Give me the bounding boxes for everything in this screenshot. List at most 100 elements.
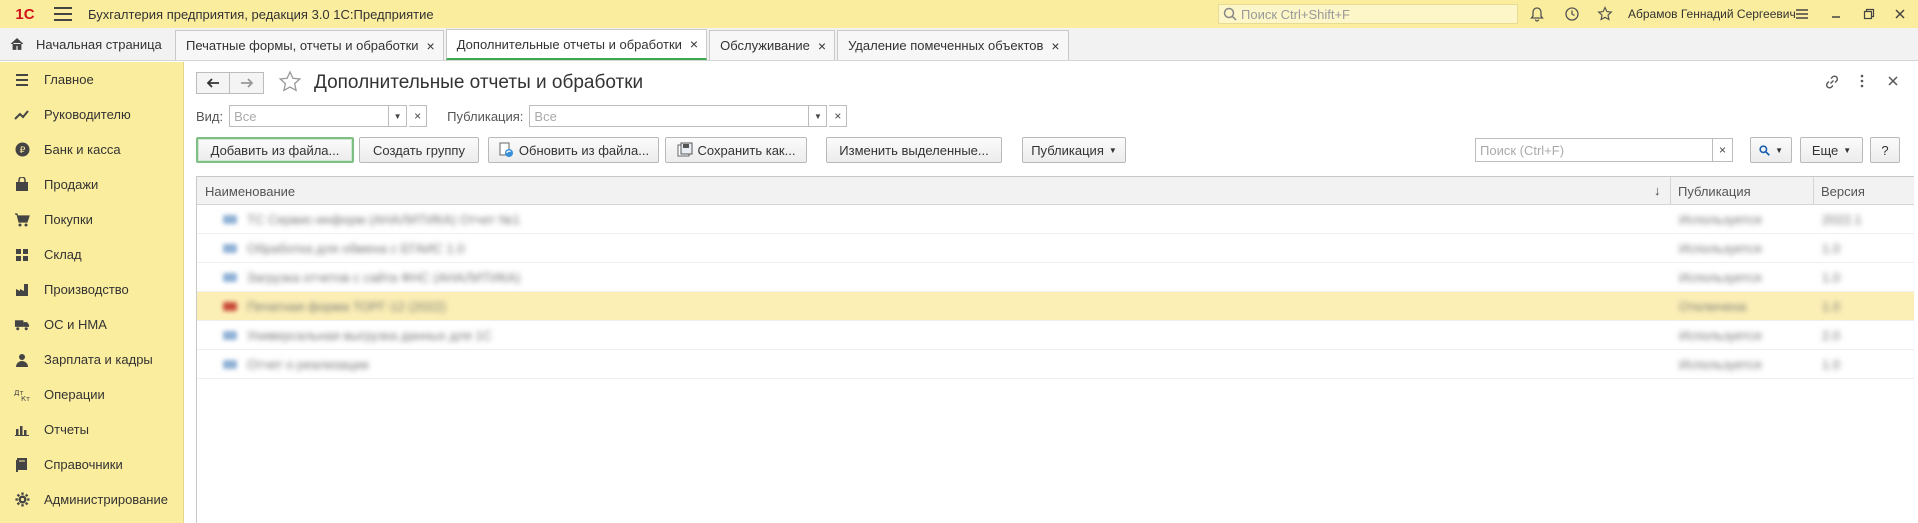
gear-icon [14,492,30,508]
filter-pub-label: Публикация: [447,108,524,124]
button-label: ? [1881,142,1889,158]
sidebar-item-assets[interactable]: ОС и НМА [0,307,183,342]
button-label: Сохранить как... [697,142,796,158]
home-page-tab[interactable]: Начальная страница [0,28,175,60]
sidebar-item-label: ОС и НМА [44,317,107,332]
global-search-input[interactable]: Поиск Ctrl+Shift+F [1218,4,1518,24]
close-tab-icon[interactable]: × [1051,38,1059,54]
sidebar-item-label: Покупки [44,212,93,227]
sidebar-item-catalogs[interactable]: Справочники [0,447,183,482]
sidebar-item-manager[interactable]: Руководителю [0,97,183,132]
save-as-button[interactable]: Сохранить как... [665,137,807,163]
row-type-icon [223,302,237,311]
sidebar-item-administration[interactable]: Администрирование [0,482,183,517]
table-cell-ver: 1.0 [1822,241,1841,256]
table-cell-name: Отчет о реализации [247,357,369,372]
person-icon [14,352,30,368]
list-search-clear-icon[interactable]: × [1713,138,1733,162]
reports-table: Наименование ↓ Публикация Версия ТС Серв… [196,176,1914,523]
table-cell-ver: 2.0 [1822,328,1841,343]
home-icon [10,37,24,50]
close-tab-icon[interactable]: × [690,36,698,52]
sidebar-item-label: Администрирование [44,492,168,507]
sidebar-item-warehouse[interactable]: Склад [0,237,183,272]
close-tab-icon[interactable]: × [818,38,826,54]
main-menu-icon[interactable] [54,7,72,21]
close-form-icon[interactable] [1887,74,1899,90]
filter-pub-dropdown-icon[interactable]: ▼ [809,105,828,127]
row-type-icon [223,215,237,224]
ruble-icon: ₽ [14,142,30,158]
tab-delete-marked[interactable]: Удаление помеченных объектов × [837,30,1069,60]
list-search-input[interactable]: Поиск (Ctrl+F) [1475,138,1713,162]
sort-desc-icon[interactable]: ↓ [1654,183,1661,198]
column-header-version[interactable]: Версия [1813,177,1865,205]
more-button[interactable]: Еще ▼ [1800,137,1863,163]
favorites-star-icon[interactable] [1596,5,1614,23]
save-disk-icon [677,142,693,158]
svg-text:₽: ₽ [19,146,25,156]
tab-label: Дополнительные отчеты и обработки [456,36,682,52]
table-row[interactable]: Печатная форма ТОРГ-12 (2022) Отключена 1.… [197,292,1914,321]
trend-icon [14,107,30,123]
create-group-button[interactable]: Создать группу [359,137,479,163]
tab-maintenance[interactable]: Обслуживание × [709,30,836,60]
back-button[interactable] [196,72,230,94]
tab-additional-reports[interactable]: Дополнительные отчеты и обработки × [445,29,708,60]
filter-kind-dropdown-icon[interactable]: ▼ [389,105,408,127]
update-from-file-button[interactable]: Обновить из файла... [488,137,659,163]
sidebar-item-bank[interactable]: ₽ Банк и касса [0,132,183,167]
cart-icon [14,212,30,228]
minimize-icon[interactable] [1826,4,1846,24]
filter-row: Вид: Все ▼ × Публикация: Все ▼ × [196,105,848,127]
tab-print-forms[interactable]: Печатные формы, отчеты и обработки × [175,30,444,60]
help-button[interactable]: ? [1870,137,1900,163]
table-row[interactable]: Загрузка отчетов с сайта ФНС (АНАЛИТИКА)… [197,263,1914,292]
column-header-publication[interactable]: Публикация [1670,177,1751,205]
settings-menu-icon[interactable] [1792,4,1812,24]
sidebar-item-reports[interactable]: Отчеты [0,412,183,447]
sidebar-item-purchases[interactable]: Покупки [0,202,183,237]
bar-chart-icon [14,422,30,438]
favorite-star-icon[interactable] [278,70,302,100]
sidebar-item-production[interactable]: Производство [0,272,183,307]
factory-icon [14,282,30,298]
user-name[interactable]: Абрамов Геннадий Сергеевич [1628,7,1796,21]
table-row[interactable]: ТС Сервис-информ (АНАЛИТИКА) Отчет №1 Исп… [197,205,1914,234]
open-windows-bar: Начальная страница Печатные формы, отчет… [0,28,1918,61]
search-options-button[interactable]: ▼ [1750,137,1792,163]
link-icon[interactable] [1824,74,1840,93]
sidebar-item-salary[interactable]: Зарплата и кадры [0,342,183,377]
table-cell-name: Универсальная выгрузка данных для 1С [247,328,492,343]
sidebar-item-main[interactable]: Главное [0,62,183,97]
history-icon[interactable] [1563,5,1581,23]
command-bar: Добавить из файла... Создать группу Обно… [196,137,1906,163]
row-type-icon [223,360,237,369]
column-header-name[interactable]: Наименование [197,177,295,205]
search-icon [1223,7,1237,21]
change-selected-button[interactable]: Изменить выделенные... [826,137,1002,163]
close-tab-icon[interactable]: × [427,38,435,54]
filter-pub-clear-icon[interactable]: × [829,105,848,127]
table-cell-name: ТС Сервис-информ (АНАЛИТИКА) Отчет №1 [247,212,520,227]
add-from-file-button[interactable]: Добавить из файла... [196,137,354,163]
table-row[interactable]: Универсальная выгрузка данных для 1С Испо… [197,321,1914,350]
dropdown-caret-icon: ▼ [1843,145,1852,155]
table-row[interactable]: Обработка для обмена с ЕГАИС 1.0 Использу… [197,234,1914,263]
table-row[interactable]: Отчет о реализации Используется 1.0 [197,350,1914,379]
table-cell-pub: Используется [1679,212,1762,227]
bell-icon[interactable] [1528,5,1546,23]
filter-kind-field[interactable]: Все [229,105,390,127]
filter-kind-clear-icon[interactable]: × [409,105,428,127]
sidebar-item-sales[interactable]: Продажи [0,167,183,202]
close-window-icon[interactable] [1890,4,1910,24]
sidebar-item-operations[interactable]: Дт Кт Операции [0,377,183,412]
restore-icon[interactable] [1859,4,1879,24]
forward-button[interactable] [230,72,264,94]
publication-button[interactable]: Публикация ▼ [1022,137,1126,163]
tab-label: Обслуживание [720,38,810,53]
menu-lines-icon [14,72,30,88]
more-vertical-icon[interactable] [1859,74,1865,91]
table-header: Наименование ↓ Публикация Версия [197,177,1914,205]
filter-pub-field[interactable]: Все [529,105,810,127]
